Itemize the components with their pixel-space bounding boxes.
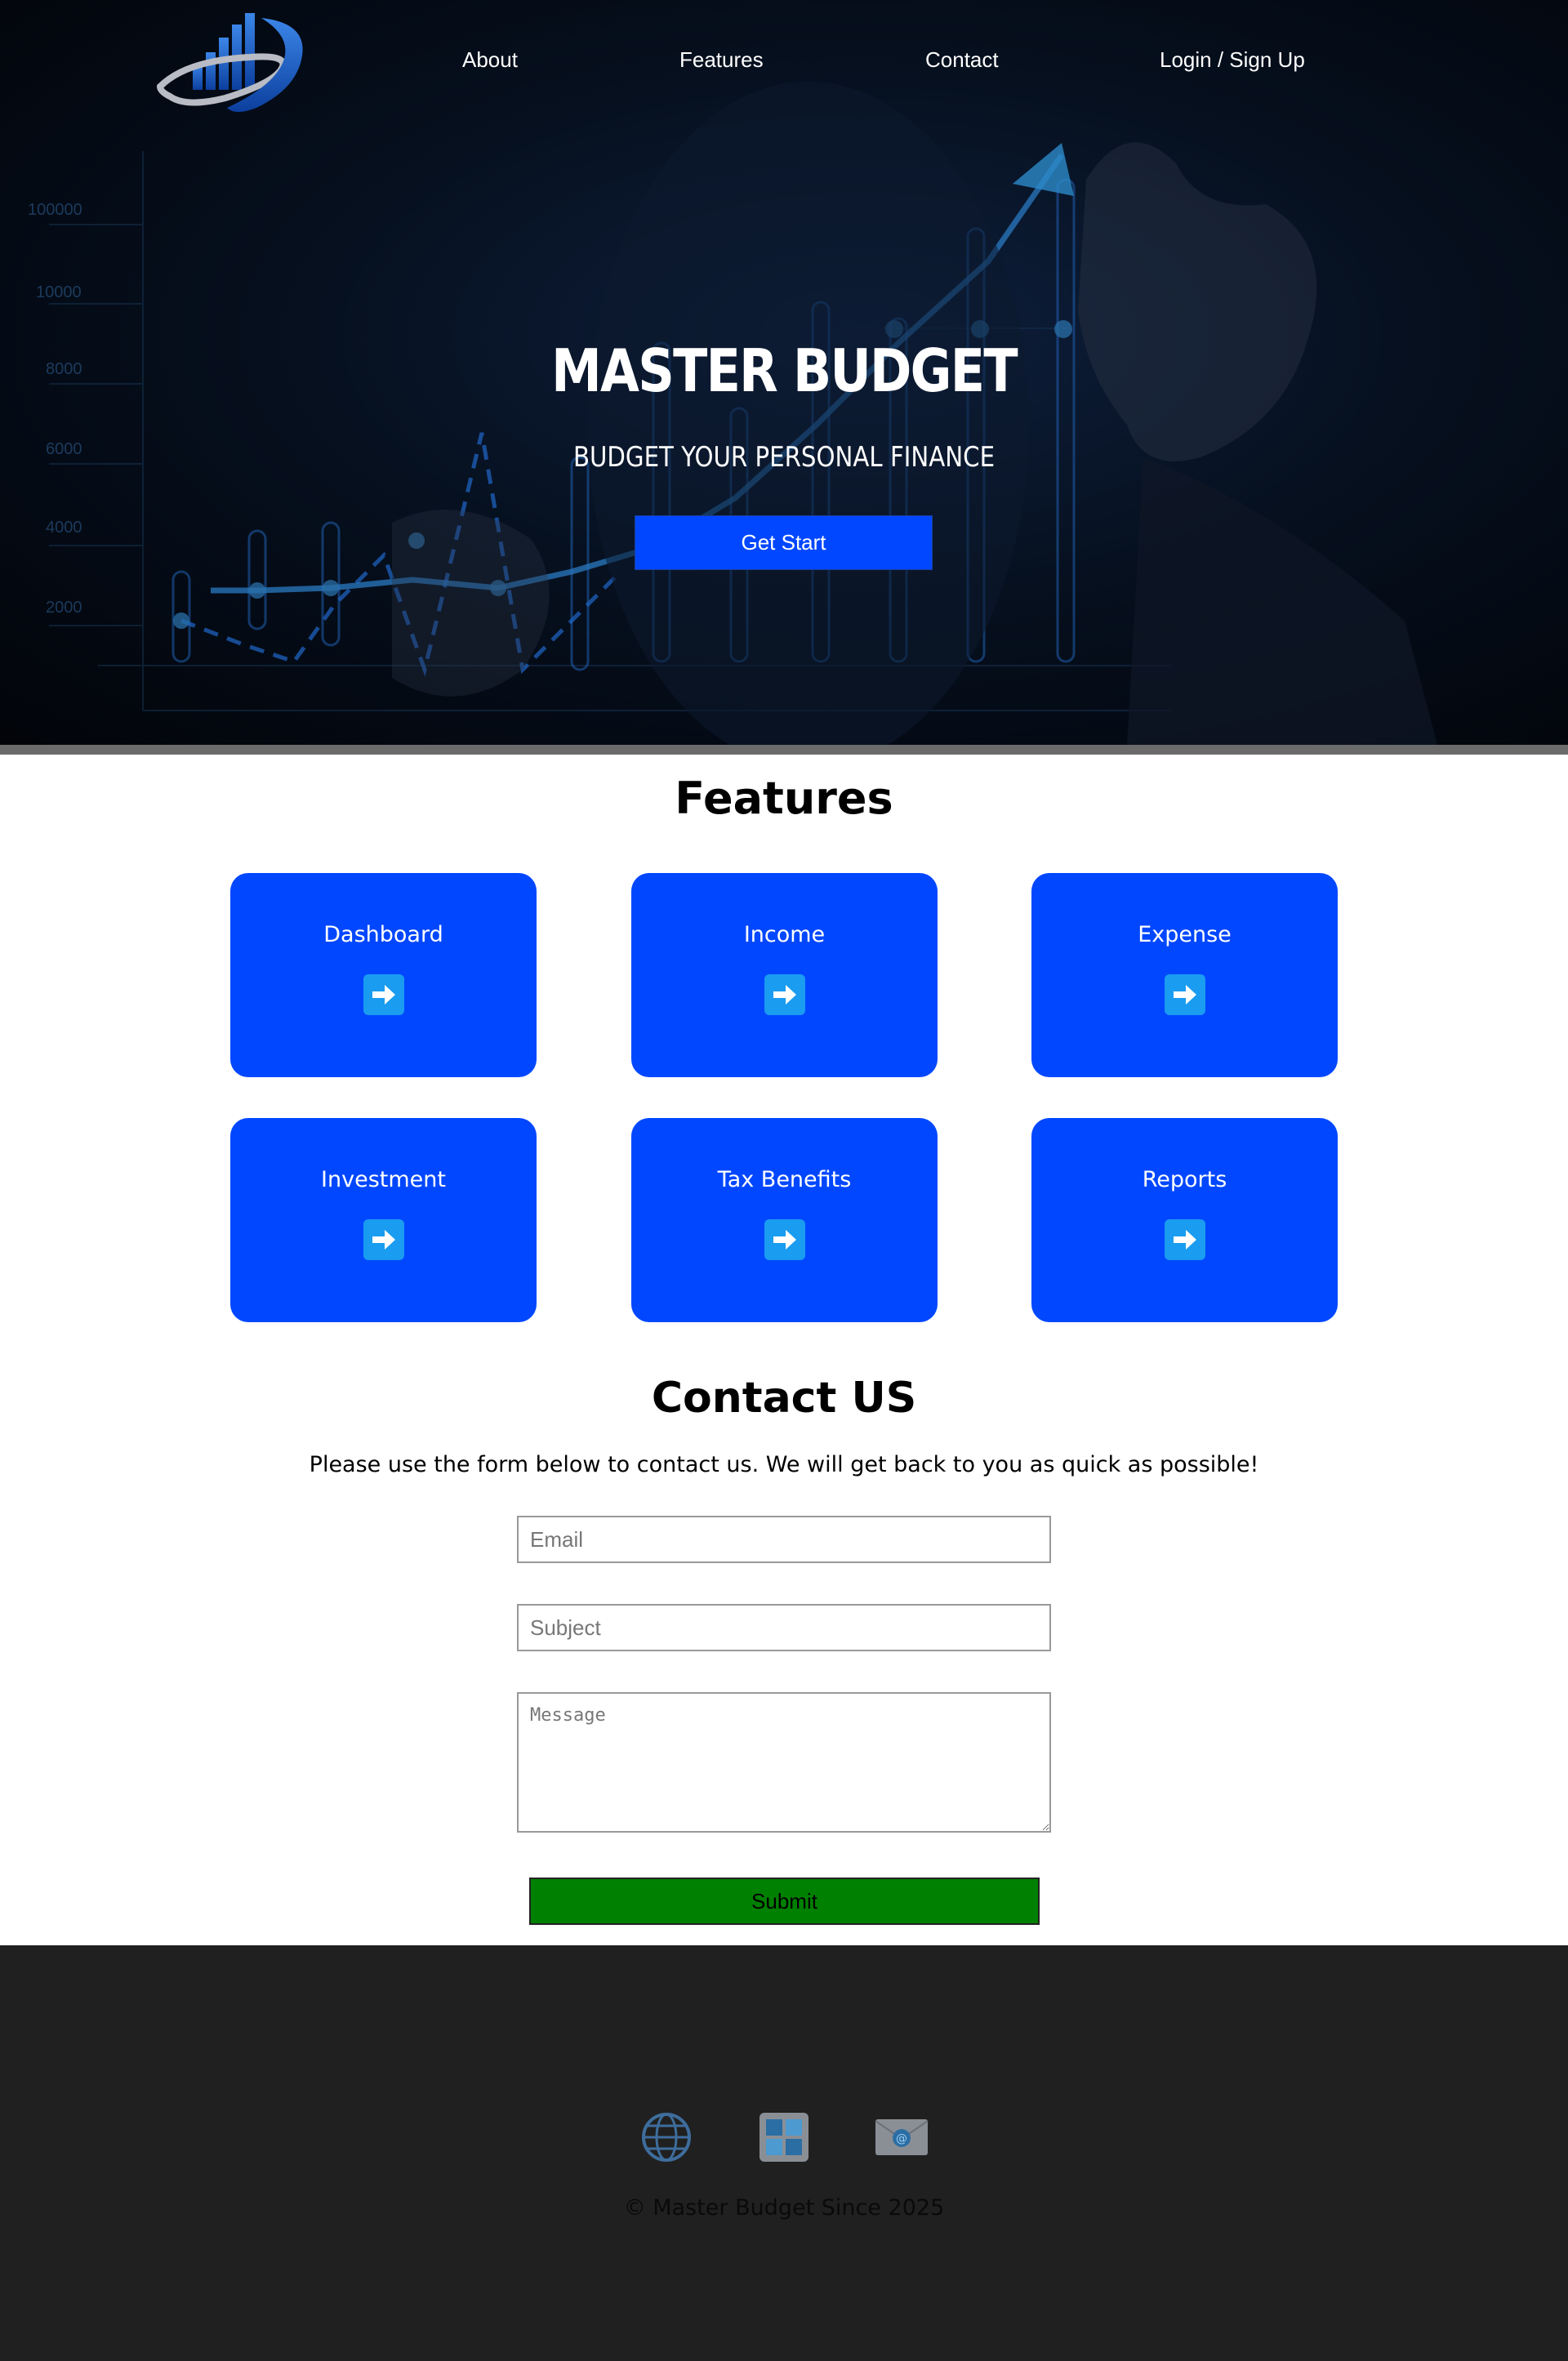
feature-card-expense[interactable]: Expense [1031,873,1338,1077]
copyright-text: © Master Budget Since 2025 [623,2195,945,2221]
globe-icon[interactable] [639,2111,694,2163]
nav-contact-link[interactable]: Contact [925,47,999,73]
axis-label: 6000 [46,440,82,458]
arrow-right-icon[interactable] [1165,974,1205,1015]
arrow-right-icon[interactable] [764,1219,805,1260]
nav-features-link[interactable]: Features [679,47,764,73]
axis-label: 2000 [46,599,82,617]
feature-card-reports[interactable]: Reports [1031,1118,1338,1322]
top-nav: About Features Contact Login / Sign Up [0,47,1568,80]
feature-card-label: Tax Benefits [717,1167,852,1192]
nav-login-signup-link[interactable]: Login / Sign Up [1160,47,1305,73]
arrow-right-icon[interactable] [764,974,805,1015]
contact-heading: Contact US [651,1374,917,1423]
arrow-right-icon[interactable] [1165,1219,1205,1260]
windows-icon[interactable] [756,2111,812,2163]
feature-card-dashboard[interactable]: Dashboard [230,873,537,1077]
get-start-button[interactable]: Get Start [635,515,933,570]
axis-label: 4000 [46,519,82,537]
feature-card-label: Dashboard [323,922,443,947]
hero-divider [0,745,1568,755]
subject-field[interactable] [517,1604,1051,1651]
message-field[interactable] [517,1692,1051,1833]
feature-card-label: Income [743,922,826,947]
hero-subtitle: BUDGET YOUR PERSONAL FINANCE [572,441,996,474]
hero-title: MASTER BUDGET [551,336,1018,405]
feature-card-tax-benefits[interactable]: Tax Benefits [631,1118,938,1322]
svg-text:@: @ [896,2132,907,2145]
axis-label: 100000 [28,201,82,219]
axis-label: 10000 [36,283,82,301]
hero-section: 100000 10000 8000 6000 4000 2000 About F… [0,0,1568,745]
axis-label: 8000 [46,360,82,378]
feature-card-label: Reports [1142,1167,1227,1192]
mail-icon[interactable]: @ [874,2111,929,2163]
feature-card-label: Expense [1138,922,1232,947]
nav-about-link[interactable]: About [462,47,518,73]
arrow-right-icon[interactable] [363,974,404,1015]
feature-card-investment[interactable]: Investment [230,1118,537,1322]
submit-button[interactable]: Submit [529,1878,1040,1925]
feature-card-income[interactable]: Income [631,873,938,1077]
feature-card-label: Investment [321,1167,446,1192]
contact-description: Please use the form below to contact us.… [309,1452,1259,1477]
features-heading: Features [675,773,893,824]
email-field[interactable] [517,1516,1051,1563]
arrow-right-icon[interactable] [363,1219,404,1260]
